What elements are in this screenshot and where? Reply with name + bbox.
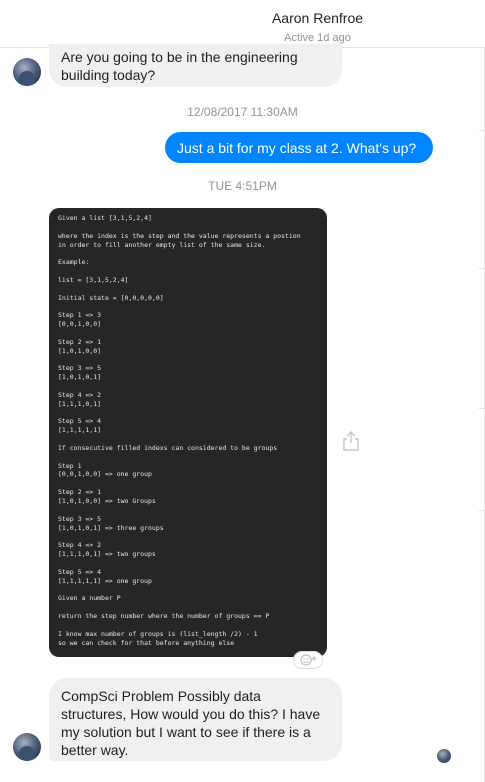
share-icon[interactable]: [342, 431, 360, 451]
contact-status: Active 1d ago: [284, 32, 351, 44]
code-screenshot-text: Given a list [3,1,5,2,4] where the index…: [58, 214, 301, 647]
conversation-header: Aaron Renfroe Active 1d ago: [0, 0, 485, 48]
incoming-message: CompSci Problem Possibly data structures…: [49, 678, 342, 761]
timestamp: 12/08/2017 11:30AM: [187, 105, 298, 119]
code-screenshot-image[interactable]: Given a list [3,1,5,2,4] where the index…: [49, 208, 327, 657]
emoji-reaction-icon[interactable]: [293, 651, 323, 669]
contact-avatar[interactable]: [13, 733, 41, 761]
panel-divider-tick: [479, 268, 485, 269]
read-receipt-avatar: [437, 749, 451, 763]
panel-divider-tick: [479, 130, 485, 131]
incoming-message: Are you going to be in the engineering b…: [49, 44, 342, 87]
contact-name[interactable]: Aaron Renfroe: [0, 10, 485, 26]
panel-divider-tick: [479, 408, 485, 409]
outgoing-message: Just a bit for my class at 2. What's up?: [165, 132, 433, 163]
contact-avatar[interactable]: [13, 58, 41, 86]
timestamp: TUE 4:51PM: [208, 179, 277, 193]
panel-divider-tick: [479, 510, 485, 511]
